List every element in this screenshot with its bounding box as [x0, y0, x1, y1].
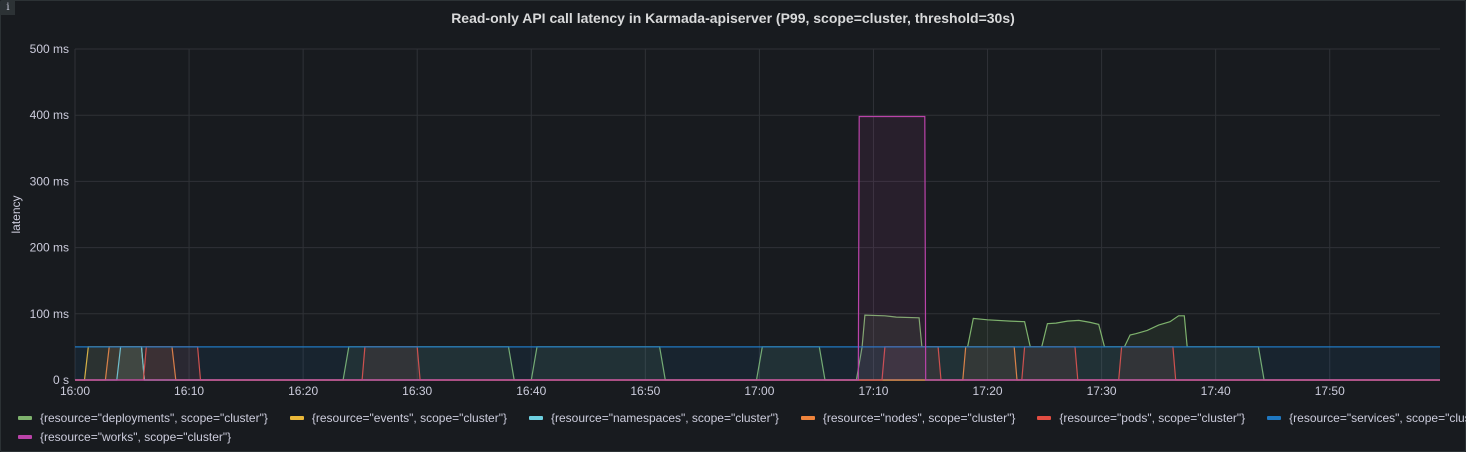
- legend-label: {resource="deployments", scope="cluster"…: [40, 410, 268, 425]
- legend-item[interactable]: {resource="namespaces", scope="cluster"}: [529, 411, 779, 425]
- legend-item[interactable]: {resource="deployments", scope="cluster"…: [18, 411, 268, 425]
- y-tick-label: 100 ms: [30, 307, 69, 321]
- legend-item[interactable]: {resource="works", scope="cluster"}: [18, 430, 231, 444]
- series-5: [75, 346, 1440, 380]
- legend-swatch: [18, 434, 32, 439]
- x-tick-label: 16:10: [174, 384, 204, 398]
- x-tick-label: 16:00: [60, 384, 90, 398]
- x-tick-label: 17:00: [744, 384, 774, 398]
- legend-row: {resource="deployments", scope="cluster"…: [18, 408, 1466, 427]
- legend-label: {resource="pods", scope="cluster"}: [1059, 410, 1246, 425]
- legend-row: {resource="works", scope="cluster"}: [18, 427, 1458, 446]
- y-tick-label: 200 ms: [30, 241, 69, 255]
- series-area: [75, 346, 1440, 380]
- x-tick-label: 16:30: [402, 384, 432, 398]
- legend-swatch: [529, 415, 543, 420]
- x-tick-label: 17:30: [1087, 384, 1117, 398]
- legend-swatch: [1267, 415, 1282, 420]
- series-line: [75, 115, 1440, 381]
- x-tick-label: 17:40: [1201, 384, 1231, 398]
- x-tick-label: 16:40: [516, 384, 546, 398]
- y-tick-label: 500 ms: [30, 42, 69, 56]
- y-tick-label: 400 ms: [30, 108, 69, 122]
- x-tick-label: 17:50: [1315, 384, 1345, 398]
- legend-label: {resource="works", scope="cluster"}: [40, 429, 232, 444]
- x-tick-label: 17:20: [973, 384, 1003, 398]
- legend-label: {resource="events", scope="cluster"}: [311, 410, 507, 425]
- y-axis-label: latency: [9, 195, 23, 233]
- legend: {resource="deployments", scope="cluster"…: [18, 408, 1466, 446]
- series-area: [75, 116, 1440, 380]
- x-tick-label: 17:10: [858, 384, 888, 398]
- legend-label: {resource="namespaces", scope="cluster"}: [551, 410, 779, 425]
- legend-item[interactable]: {resource="events", scope="cluster"}: [289, 410, 507, 425]
- series-6: [75, 115, 1440, 381]
- legend-label: {resource="nodes", scope="cluster"}: [822, 410, 1016, 425]
- y-tick-label: 300 ms: [30, 174, 69, 188]
- x-tick-label: 16:50: [630, 384, 660, 398]
- legend-label: {resource="services", scope="cluster"}: [1289, 410, 1466, 425]
- x-tick-label: 16:20: [288, 384, 318, 398]
- legend-swatch: [18, 415, 32, 420]
- legend-item[interactable]: {resource="pods", scope="cluster"}: [1037, 411, 1245, 425]
- latency-chart: 0 s100 ms200 ms300 ms400 ms500 ms16:00 16…: [9, 42, 1440, 398]
- legend-swatch: [800, 415, 815, 420]
- legend-swatch: [1037, 415, 1052, 420]
- legend-item[interactable]: {resource="services", scope="cluster"}: [1267, 411, 1466, 425]
- legend-swatch: [289, 415, 304, 420]
- legend-item[interactable]: {resource="nodes", scope="cluster"}: [800, 410, 1016, 425]
